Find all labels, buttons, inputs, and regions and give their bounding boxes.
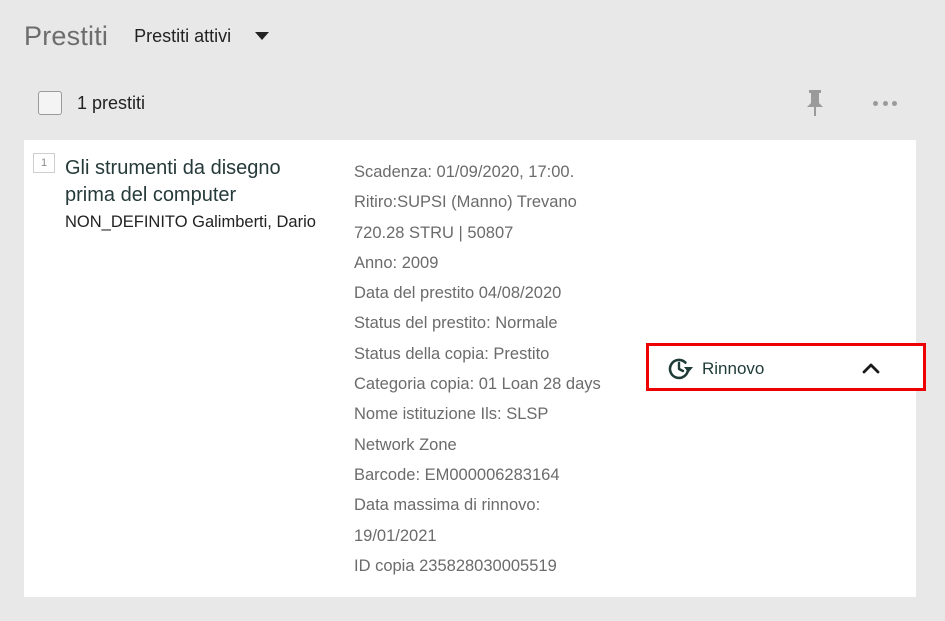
detail-copy-category: Categoria copia: 01 Loan 28 days: [354, 375, 601, 394]
toolbar-actions: [804, 88, 897, 118]
detail-due-date: Scadenza: 01/09/2020, 17:00.: [354, 163, 575, 181]
loan-card: 1 Gli strumenti da disegno prima del com…: [24, 140, 926, 597]
loans-page: Prestiti Prestiti attivi 1 prestiti 1 Gl…: [0, 0, 945, 621]
loan-author: NON_DEFINITO Galimberti, Dario: [65, 213, 316, 231]
detail-network-zone: Network Zone: [354, 435, 457, 454]
detail-copy-id: ID copia 235828030005519: [354, 556, 557, 575]
detail-loan-date: Data del prestito 04/08/2020: [354, 284, 562, 303]
loan-details: Scadenza: 01/09/2020, 17:00. Ritiro:SUPS…: [354, 160, 644, 584]
caret-down-icon: [255, 32, 270, 40]
item-index: 1: [33, 153, 55, 173]
detail-max-renewal-label: Data massima di rinnovo:: [354, 496, 541, 515]
filter-label: Prestiti attivi: [134, 25, 232, 46]
pin-icon[interactable]: [804, 88, 826, 118]
loans-toolbar: 1 prestiti: [38, 89, 897, 117]
renew-label: Rinnovo: [702, 359, 765, 378]
detail-year: Anno: 2009: [354, 253, 439, 272]
loans-filter-dropdown[interactable]: Prestiti attivi: [134, 25, 270, 47]
detail-institution: Nome istituzione Ils: SLSP: [354, 405, 549, 424]
select-all-checkbox[interactable]: [38, 91, 62, 115]
page-title: Prestiti: [24, 20, 109, 51]
detail-pickup: Ritiro:SUPSI (Manno) Trevano: [354, 193, 577, 212]
loan-title[interactable]: Gli strumenti da disegno prima del compu…: [65, 155, 335, 209]
chevron-up-icon[interactable]: [859, 356, 883, 380]
loan-title-line-1: Gli strumenti da disegno: [65, 157, 281, 179]
loan-title-line-2: prima del computer: [65, 184, 237, 206]
detail-max-renewal-date: 19/01/2021: [354, 526, 437, 545]
renew-button[interactable]: Rinnovo: [667, 355, 764, 383]
detail-copy-status: Status della copia: Prestito: [354, 344, 550, 363]
loan-actions-highlight: Rinnovo: [646, 343, 926, 391]
detail-barcode: Barcode: EM000006283164: [354, 465, 560, 484]
clock-renew-icon: [668, 358, 693, 380]
more-horizontal-icon[interactable]: [873, 98, 897, 108]
detail-call-number: 720.28 STRU | 50807: [354, 223, 514, 242]
page-header: Prestiti Prestiti attivi: [24, 16, 270, 56]
loans-count: 1 prestiti: [77, 92, 146, 113]
detail-loan-status: Status del prestito: Normale: [354, 314, 558, 333]
